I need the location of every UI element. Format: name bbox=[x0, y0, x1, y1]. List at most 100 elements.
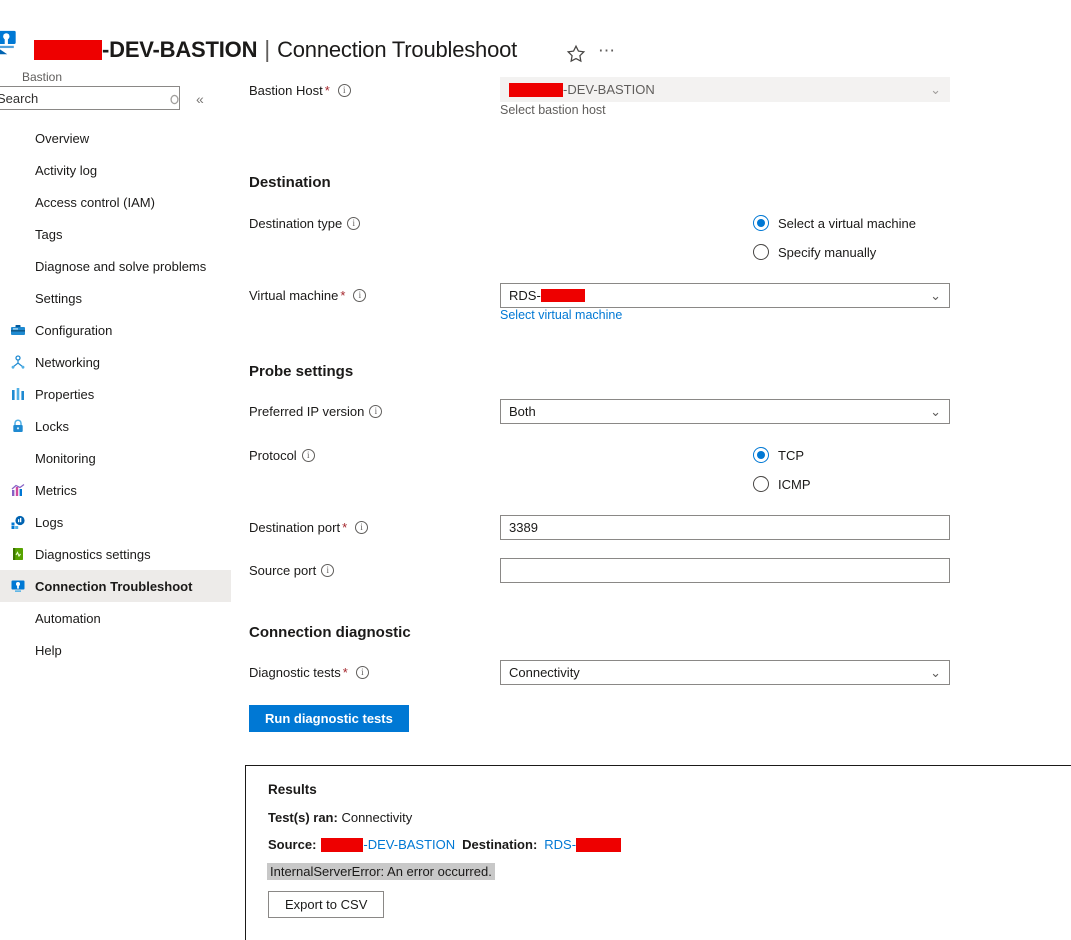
resource-type-label: Bastion bbox=[22, 70, 62, 84]
destination-value[interactable]: RDS- bbox=[544, 837, 576, 852]
info-icon[interactable]: i bbox=[355, 521, 368, 534]
ellipsis-icon[interactable]: ⋯ bbox=[598, 45, 616, 57]
bastion-host-label-text: Bastion Host bbox=[249, 83, 323, 98]
page-title: -DEV-BASTION | Connection Troubleshoot bbox=[34, 36, 517, 63]
virtual-machine-dropdown[interactable]: RDS- ⌄ bbox=[500, 283, 950, 308]
ip-version-label-text: Preferred IP version bbox=[249, 404, 364, 419]
sidebar-item-access-control[interactable]: Access control (IAM) bbox=[0, 186, 231, 218]
destination-type-label-text: Destination type bbox=[249, 216, 342, 231]
radio-label: ICMP bbox=[778, 477, 811, 492]
info-icon[interactable]: i bbox=[353, 289, 366, 302]
destination-port-input[interactable]: 3389 bbox=[500, 515, 950, 540]
sidebar-item-configuration[interactable]: Configuration bbox=[0, 314, 231, 346]
redacted-source-name bbox=[321, 838, 363, 852]
radio-icmp[interactable]: ICMP bbox=[753, 476, 811, 492]
ip-version-dropdown[interactable]: Both ⌄ bbox=[500, 399, 950, 424]
sidebar-item-connection-troubleshoot[interactable]: Connection Troubleshoot bbox=[0, 570, 231, 602]
sidebar-group-automation: Automation bbox=[0, 602, 231, 634]
tests-ran-label: Test(s) ran: bbox=[268, 810, 338, 825]
chevron-down-icon: ⌄ bbox=[930, 288, 941, 304]
diagnostic-tests-label-text: Diagnostic tests bbox=[249, 665, 341, 680]
radio-label: Specify manually bbox=[778, 245, 876, 260]
sidebar-item-locks[interactable]: Locks bbox=[0, 410, 231, 442]
source-label: Source: bbox=[268, 837, 316, 852]
source-port-label-text: Source port bbox=[249, 563, 316, 578]
nav-label: Tags bbox=[35, 227, 62, 242]
tests-ran-row: Test(s) ran: Connectivity bbox=[268, 810, 412, 825]
nav-label: Activity log bbox=[35, 163, 97, 178]
destination-section-title: Destination bbox=[249, 174, 331, 191]
page-title-suffix: -DEV-BASTION bbox=[102, 37, 257, 63]
info-icon[interactable]: i bbox=[369, 405, 382, 418]
radio-label: Select a virtual machine bbox=[778, 216, 916, 231]
info-icon[interactable]: i bbox=[356, 666, 369, 679]
radio-select-a-virtual-machine[interactable]: Select a virtual machine bbox=[753, 215, 916, 231]
logs-icon bbox=[10, 514, 26, 530]
sidebar-item-overview[interactable]: Overview bbox=[0, 122, 231, 154]
bastion-host-value: -DEV-BASTION bbox=[563, 82, 655, 97]
nav-label: Help bbox=[35, 643, 62, 658]
sidebar-item-diagnose-and-solve-problems[interactable]: Diagnose and solve problems bbox=[0, 250, 231, 282]
double-chevron-left-icon[interactable]: « bbox=[196, 92, 204, 106]
sidebar-group-help: Help bbox=[0, 634, 231, 666]
sidebar-item-logs[interactable]: Logs bbox=[0, 506, 231, 538]
required-marker: * bbox=[325, 83, 330, 98]
nav-label: Diagnose and solve problems bbox=[35, 259, 206, 274]
chevron-down-icon: ⌄ bbox=[930, 404, 941, 420]
search-input[interactable] bbox=[0, 86, 180, 110]
diagnostics-book-icon bbox=[10, 546, 26, 562]
redacted-destination-name bbox=[576, 838, 621, 852]
sidebar-item-networking[interactable]: Networking bbox=[0, 346, 231, 378]
refresh-icon[interactable] bbox=[168, 93, 181, 106]
redacted-resource-name bbox=[34, 40, 102, 60]
diagnostic-tests-value: Connectivity bbox=[509, 665, 580, 680]
bastion-host-dropdown[interactable]: -DEV-BASTION ⌄ bbox=[500, 77, 950, 102]
error-message: InternalServerError: An error occurred. bbox=[267, 863, 495, 880]
source-port-label: Source port i bbox=[249, 563, 334, 578]
info-icon[interactable]: i bbox=[302, 449, 315, 462]
sidebar-item-properties[interactable]: Properties bbox=[0, 378, 231, 410]
destination-type-label: Destination type i bbox=[249, 216, 360, 231]
virtual-machine-label: Virtual machine * i bbox=[249, 288, 366, 303]
destination-port-value: 3389 bbox=[509, 520, 538, 535]
nav-label: Properties bbox=[35, 387, 94, 402]
diagnostic-section-title: Connection diagnostic bbox=[249, 624, 411, 641]
select-virtual-machine-link[interactable]: Select virtual machine bbox=[500, 308, 622, 322]
ip-version-label: Preferred IP version i bbox=[249, 404, 382, 419]
source-value[interactable]: -DEV-BASTION bbox=[363, 837, 455, 852]
nav-label: Access control (IAM) bbox=[35, 195, 155, 210]
sidebar-item-activity-log[interactable]: Activity log bbox=[0, 154, 231, 186]
protocol-label-text: Protocol bbox=[249, 448, 297, 463]
nav-label: Metrics bbox=[35, 483, 77, 498]
info-icon[interactable]: i bbox=[321, 564, 334, 577]
destination-port-label: Destination port * i bbox=[249, 520, 368, 535]
nav-label: Monitoring bbox=[35, 451, 96, 466]
lock-icon bbox=[10, 418, 26, 434]
nav-label: Logs bbox=[35, 515, 63, 530]
sidebar-item-tags[interactable]: Tags bbox=[0, 218, 231, 250]
destination-label: Destination: bbox=[462, 837, 537, 852]
info-icon[interactable]: i bbox=[338, 84, 351, 97]
source-destination-row: Source: -DEV-BASTION Destination: RDS- bbox=[268, 837, 621, 852]
run-diagnostic-tests-button[interactable]: Run diagnostic tests bbox=[249, 705, 409, 732]
export-to-csv-button[interactable]: Export to CSV bbox=[268, 891, 384, 918]
info-icon[interactable]: i bbox=[347, 217, 360, 230]
required-marker: * bbox=[342, 520, 347, 535]
metrics-chart-icon bbox=[10, 482, 26, 498]
sidebar-item-diagnostics-settings[interactable]: Diagnostics settings bbox=[0, 538, 231, 570]
sidebar-item-metrics[interactable]: Metrics bbox=[0, 474, 231, 506]
protocol-label: Protocol i bbox=[249, 448, 315, 463]
star-icon[interactable] bbox=[566, 44, 586, 64]
radio-tcp[interactable]: TCP bbox=[753, 447, 804, 463]
search-container: « bbox=[0, 86, 180, 110]
diagnostic-tests-dropdown[interactable]: Connectivity ⌄ bbox=[500, 660, 950, 685]
results-panel: Results Test(s) ran: Connectivity Source… bbox=[245, 765, 1071, 940]
source-port-input[interactable] bbox=[500, 558, 950, 583]
radio-indicator bbox=[753, 447, 769, 463]
diagnostic-tests-label: Diagnostic tests * i bbox=[249, 665, 369, 680]
redacted-vm-name bbox=[541, 289, 585, 302]
radio-specify-manually[interactable]: Specify manually bbox=[753, 244, 876, 260]
chevron-down-icon: ⌄ bbox=[930, 665, 941, 681]
sidebar-group-monitoring: Monitoring bbox=[0, 442, 231, 474]
required-marker: * bbox=[343, 665, 348, 680]
